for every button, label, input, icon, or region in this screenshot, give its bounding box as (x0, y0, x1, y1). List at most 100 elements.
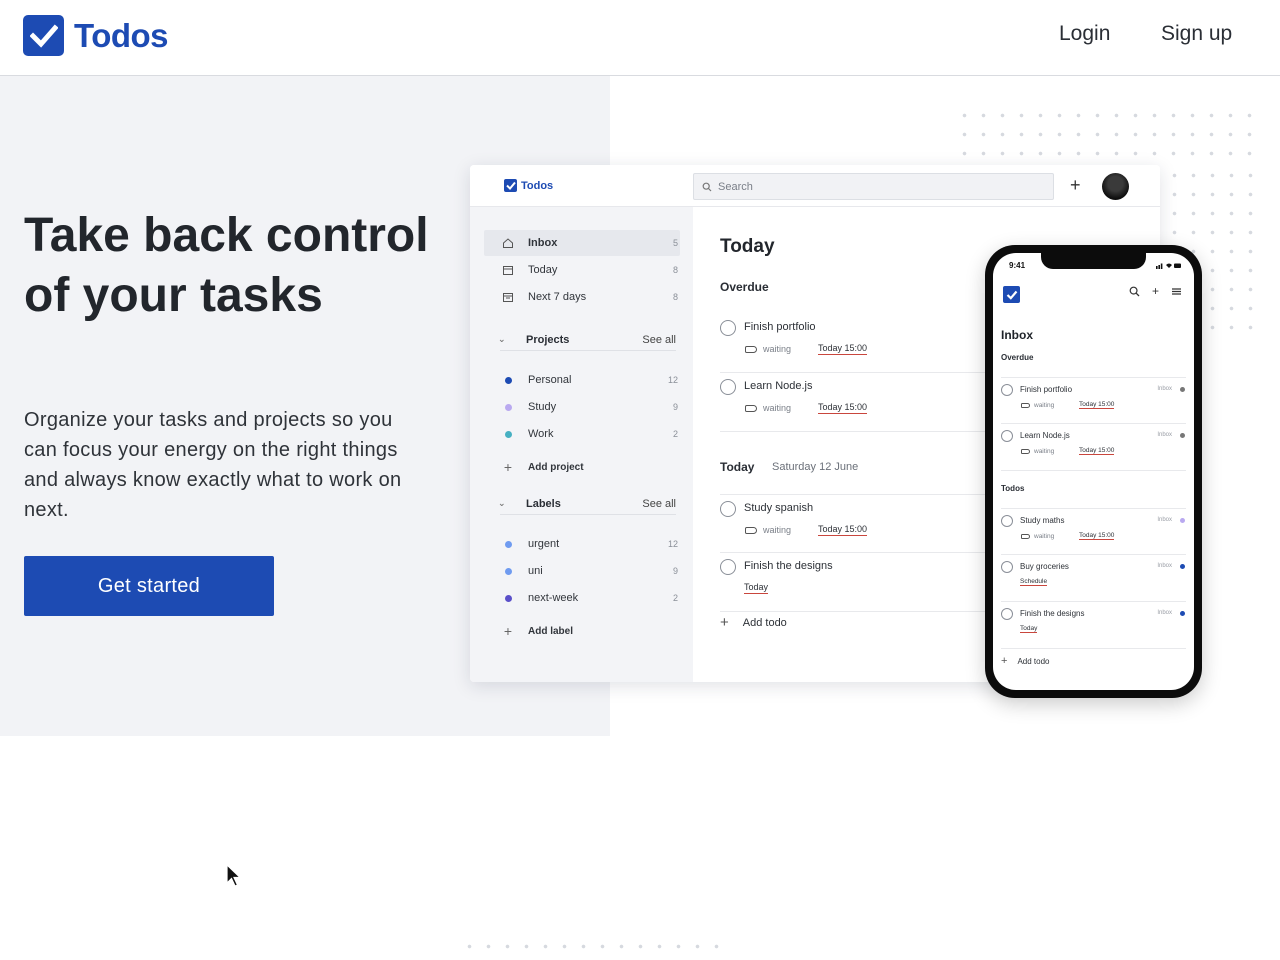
labels-see-all-link[interactable]: See all (642, 498, 676, 510)
signup-link[interactable]: Sign up (1161, 22, 1232, 46)
task-date[interactable]: Today 15:00 (1079, 532, 1115, 540)
project-label: Personal (528, 374, 572, 386)
label-count: 2 (672, 593, 678, 603)
task-title: Finish the designs (1020, 609, 1085, 618)
project-color-dot (1180, 387, 1185, 392)
label-color-dot (504, 540, 512, 548)
task-schedule[interactable]: Schedule (1020, 578, 1048, 586)
today-heading: Today (720, 460, 755, 474)
tag-label: waiting (1034, 402, 1055, 409)
app-brand-name: Todos (521, 179, 554, 192)
tag-icon (1021, 534, 1030, 539)
sidebar-item-label: Inbox (528, 237, 558, 249)
signal-icon (1156, 263, 1181, 269)
task-date[interactable]: Today 15:00 (1079, 447, 1115, 455)
task-project: Inbox (1157, 432, 1172, 438)
app-sidebar: Inbox 5 Today 8 Next 7 days 8 ⌄ Projects… (470, 207, 693, 682)
search-icon[interactable] (1129, 286, 1140, 300)
task-checkbox[interactable] (1001, 515, 1013, 527)
app-logo[interactable]: Todos (504, 179, 553, 192)
search-input[interactable]: Search (693, 173, 1054, 200)
task-date[interactable]: Today 15:00 (818, 524, 868, 536)
task-checkbox[interactable] (1001, 608, 1013, 620)
checkbox-logo-icon (504, 179, 517, 192)
add-todo-label: Add todo (742, 616, 787, 629)
project-color-dot (504, 430, 512, 438)
sidebar-item-label[interactable]: uni 9 (484, 558, 680, 584)
projects-section-header[interactable]: ⌄ Projects See all (498, 329, 676, 351)
sidebar-item-today[interactable]: Today 8 (484, 257, 680, 283)
add-label-button[interactable]: + Add label (484, 618, 680, 644)
page-title: Today (720, 236, 775, 257)
plus-icon: + (1001, 655, 1008, 667)
tag-label: waiting (1034, 533, 1055, 540)
task-date[interactable]: Today 15:00 (818, 343, 868, 355)
task-checkbox[interactable] (720, 501, 736, 517)
project-count: 9 (672, 402, 678, 412)
hero-subtitle: Organize your tasks and projects so you … (24, 409, 402, 521)
task-checkbox[interactable] (720, 320, 736, 336)
project-label: Study (528, 401, 557, 413)
project-color-dot (1180, 518, 1185, 523)
task-date[interactable]: Today (1020, 625, 1038, 633)
overdue-heading: Overdue (720, 280, 769, 294)
tag-icon (745, 404, 757, 412)
mouse-cursor-icon (226, 864, 242, 887)
brand-name: Todos (74, 16, 169, 54)
home-icon (500, 237, 516, 249)
task-date[interactable]: Today 15:00 (1079, 401, 1115, 409)
add-todo-button[interactable]: + Add todo (720, 614, 787, 631)
status-icons (1156, 262, 1182, 271)
tag-icon (1021, 403, 1030, 408)
phone-overdue-heading: Overdue (1001, 353, 1034, 362)
task-checkbox[interactable] (1001, 384, 1013, 396)
avatar[interactable] (1102, 173, 1129, 200)
sidebar-item-count: 5 (672, 238, 678, 248)
task-checkbox[interactable] (720, 559, 736, 575)
login-link[interactable]: Login (1059, 22, 1110, 46)
brand-logo[interactable]: Todos (23, 15, 169, 56)
phone-add-todo-button[interactable]: + Add todo (1001, 655, 1049, 667)
phone-page-title: Inbox (1001, 328, 1033, 342)
phone-task-item[interactable]: Study maths Inbox waiting Today 15:00 (1001, 508, 1186, 555)
sidebar-item-project[interactable]: Study 9 (484, 394, 680, 420)
sidebar-item-next-7-days[interactable]: Next 7 days 8 (484, 284, 680, 310)
sidebar-item-project[interactable]: Personal 12 (484, 367, 680, 393)
get-started-button[interactable]: Get started (24, 556, 274, 616)
task-checkbox[interactable] (1001, 430, 1013, 442)
menu-icon[interactable] (1171, 286, 1182, 300)
add-icon[interactable]: + (1070, 175, 1081, 196)
projects-see-all-link[interactable]: See all (642, 334, 676, 346)
add-project-button[interactable]: + Add project (484, 454, 680, 480)
label-color-dot (504, 594, 512, 602)
calendar-today-icon (500, 264, 516, 276)
search-placeholder: Search (718, 180, 753, 193)
task-date[interactable]: Today 15:00 (818, 402, 868, 414)
tag-label: waiting (1034, 448, 1055, 455)
tag-icon (745, 526, 757, 534)
labels-section-header[interactable]: ⌄ Labels See all (498, 493, 676, 515)
sidebar-item-label[interactable]: urgent 12 (484, 531, 680, 557)
phone-task-item[interactable]: Buy groceries Inbox Schedule (1001, 555, 1186, 602)
checkbox-logo-icon[interactable] (1003, 286, 1020, 303)
sidebar-item-project[interactable]: Work 2 (484, 421, 680, 447)
dot-pattern (460, 937, 730, 957)
sidebar-item-label[interactable]: next-week 2 (484, 585, 680, 611)
label-count: 12 (667, 539, 678, 549)
project-color-dot (504, 376, 512, 384)
phone-task-item[interactable]: Finish portfolio Inbox waiting Today 15:… (1001, 377, 1186, 424)
task-checkbox[interactable] (720, 379, 736, 395)
phone-todos-heading: Todos (1001, 484, 1025, 493)
search-icon (702, 182, 712, 191)
checkbox-logo-icon (23, 15, 64, 56)
task-checkbox[interactable] (1001, 561, 1013, 573)
task-date[interactable]: Today (744, 582, 769, 594)
phone-task-item[interactable]: Learn Node.js Inbox waiting Today 15:00 (1001, 424, 1186, 471)
sidebar-item-inbox[interactable]: Inbox 5 (484, 230, 680, 256)
task-tag: waiting (745, 525, 791, 535)
label-color-dot (504, 567, 512, 575)
add-icon[interactable]: + (1152, 285, 1159, 300)
project-color-dot (504, 403, 512, 411)
project-color-dot (1180, 611, 1185, 616)
phone-task-item[interactable]: Finish the designs Inbox Today (1001, 602, 1186, 649)
